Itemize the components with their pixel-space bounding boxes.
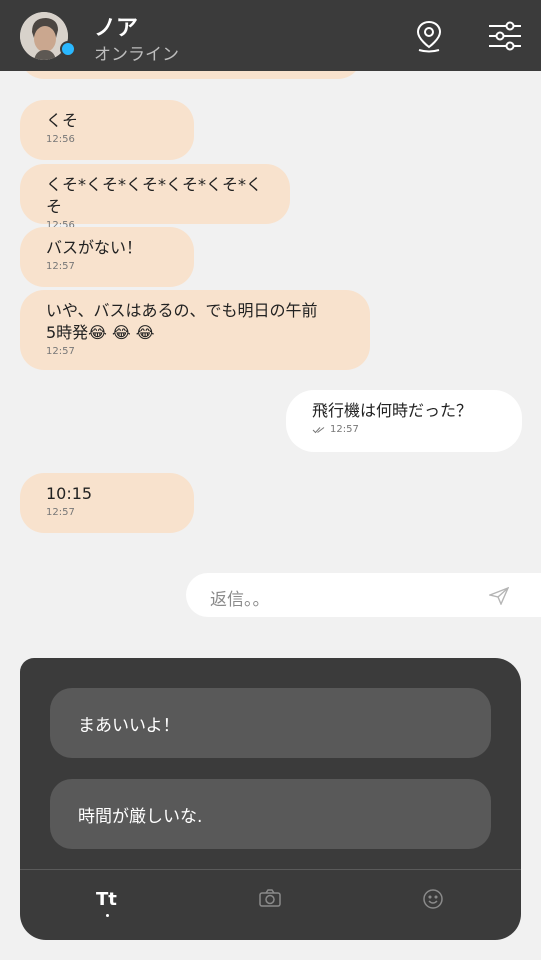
reply-placeholder: 返信。。 [210,590,270,610]
chat-header: ノア オンライン [0,0,541,71]
contact-status: オンライン [94,45,179,65]
message-list[interactable]: くそ 12:56 くそ*くそ*くそ*くそ*くそ*くそ 12:56 バスがない！ … [0,71,541,651]
message-bubble[interactable]: いや、バスはあるの、でも明日の午前 5時発😂 😂 😂 12:57 [20,290,370,370]
message-time: 12:57 [46,346,75,357]
camera-icon[interactable] [258,888,282,912]
active-tab-indicator [106,914,109,917]
message-time: 12:56 [46,134,75,145]
suggestion-button[interactable]: 時間が厳しいな. [50,779,491,849]
read-checkmarks-icon [312,426,325,433]
message-bubble[interactable]: 10:15 12:57 [20,473,194,533]
message-text: バスがない！ [46,238,143,257]
tab-text[interactable]: Tt [96,889,117,910]
divider [20,869,521,870]
message-time: 12:57 [46,261,75,272]
settings-sliders-icon[interactable] [486,17,524,55]
message-time: 12:57 [330,424,359,435]
message-text: くそ [46,111,79,130]
message-time: 12:57 [46,507,75,518]
message-text: 10:15 [46,484,93,503]
suggestion-button[interactable]: まあいいよ！ [50,688,491,758]
message-text: いや、バスはあるの、でも明日の午前 5時発😂 😂 😂 [46,301,318,342]
contact-name: ノア [94,16,139,41]
emoji-icon[interactable] [422,888,444,914]
reply-input[interactable]: 返信。。 [186,573,541,617]
online-status-dot [60,41,76,57]
message-text: 飛行機は何時だった？ [312,401,473,420]
send-icon[interactable] [487,586,510,609]
location-pin-icon[interactable] [410,17,448,55]
message-bubble-outgoing[interactable]: 飛行機は何時だった？ 12:57 [286,390,522,452]
message-bubble[interactable]: くそ*くそ*くそ*くそ*くそ*くそ 12:56 [20,164,290,231]
message-bubble[interactable]: くそ 12:56 [20,100,194,160]
message-bubble-partial [20,71,362,79]
message-text: くそ*くそ*くそ*くそ*くそ*くそ [46,175,263,216]
quick-reply-panel: まあいいよ！ 時間が厳しいな. Tt [20,658,521,940]
message-bubble[interactable]: バスがない！ 12:57 [20,227,194,287]
